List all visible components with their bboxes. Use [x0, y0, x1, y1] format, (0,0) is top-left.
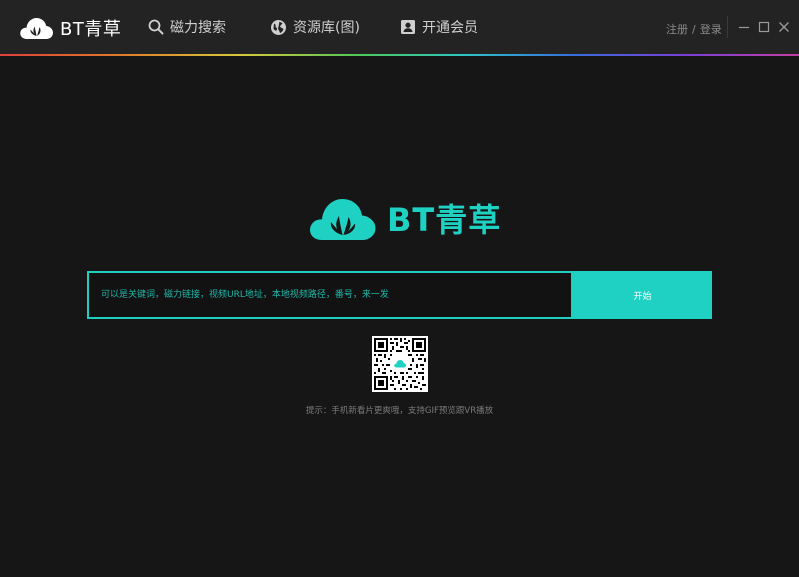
title-bar: BT青草 磁力搜索 资源库(图) 开通会员 注册 / 登录 — [0, 0, 799, 54]
app-window: BT青草 磁力搜索 资源库(图) 开通会员 注册 / 登录 BT青草 可以是关键… — [0, 0, 799, 577]
start-button[interactable]: 开始 — [573, 271, 712, 319]
member-card-icon — [401, 20, 415, 34]
nav-item-label: 开通会员 — [422, 20, 478, 36]
nav-item-label: 资源库(图) — [293, 20, 360, 36]
cloud-logo-icon — [20, 18, 53, 39]
search-input[interactable] — [89, 273, 571, 317]
nav-item-resource-library[interactable]: 资源库(图) — [270, 17, 360, 37]
nav-item-vip-membership[interactable]: 开通会员 — [400, 17, 478, 37]
minimize-icon[interactable] — [737, 20, 751, 34]
globe-icon — [271, 19, 286, 35]
search-box — [87, 271, 573, 319]
brand-name: BT青草 — [60, 19, 122, 40]
auth-links: 注册 / 登录 — [666, 21, 722, 37]
rainbow-accent-line — [0, 54, 799, 56]
register-link[interactable]: 注册 — [666, 21, 688, 37]
close-icon[interactable] — [777, 20, 791, 34]
cloud-logo-icon — [310, 199, 376, 240]
brand[interactable]: BT青草 — [18, 14, 121, 42]
auth-separator: / — [692, 22, 696, 36]
tip-text: 提示：手机新看片更爽哦，支持GIF预览跟VR播放 — [305, 406, 494, 416]
login-link[interactable]: 登录 — [700, 21, 722, 37]
titlebar-divider — [727, 16, 728, 38]
nav-item-magnet-search[interactable]: 磁力搜索 — [148, 17, 226, 37]
nav-item-label: 磁力搜索 — [170, 20, 226, 36]
hero-logo: BT青草 — [307, 194, 501, 242]
search-icon — [148, 19, 164, 35]
hero-brand-name: BT青草 — [387, 201, 502, 239]
qr-code-icon — [372, 336, 428, 392]
maximize-icon[interactable] — [757, 20, 771, 34]
